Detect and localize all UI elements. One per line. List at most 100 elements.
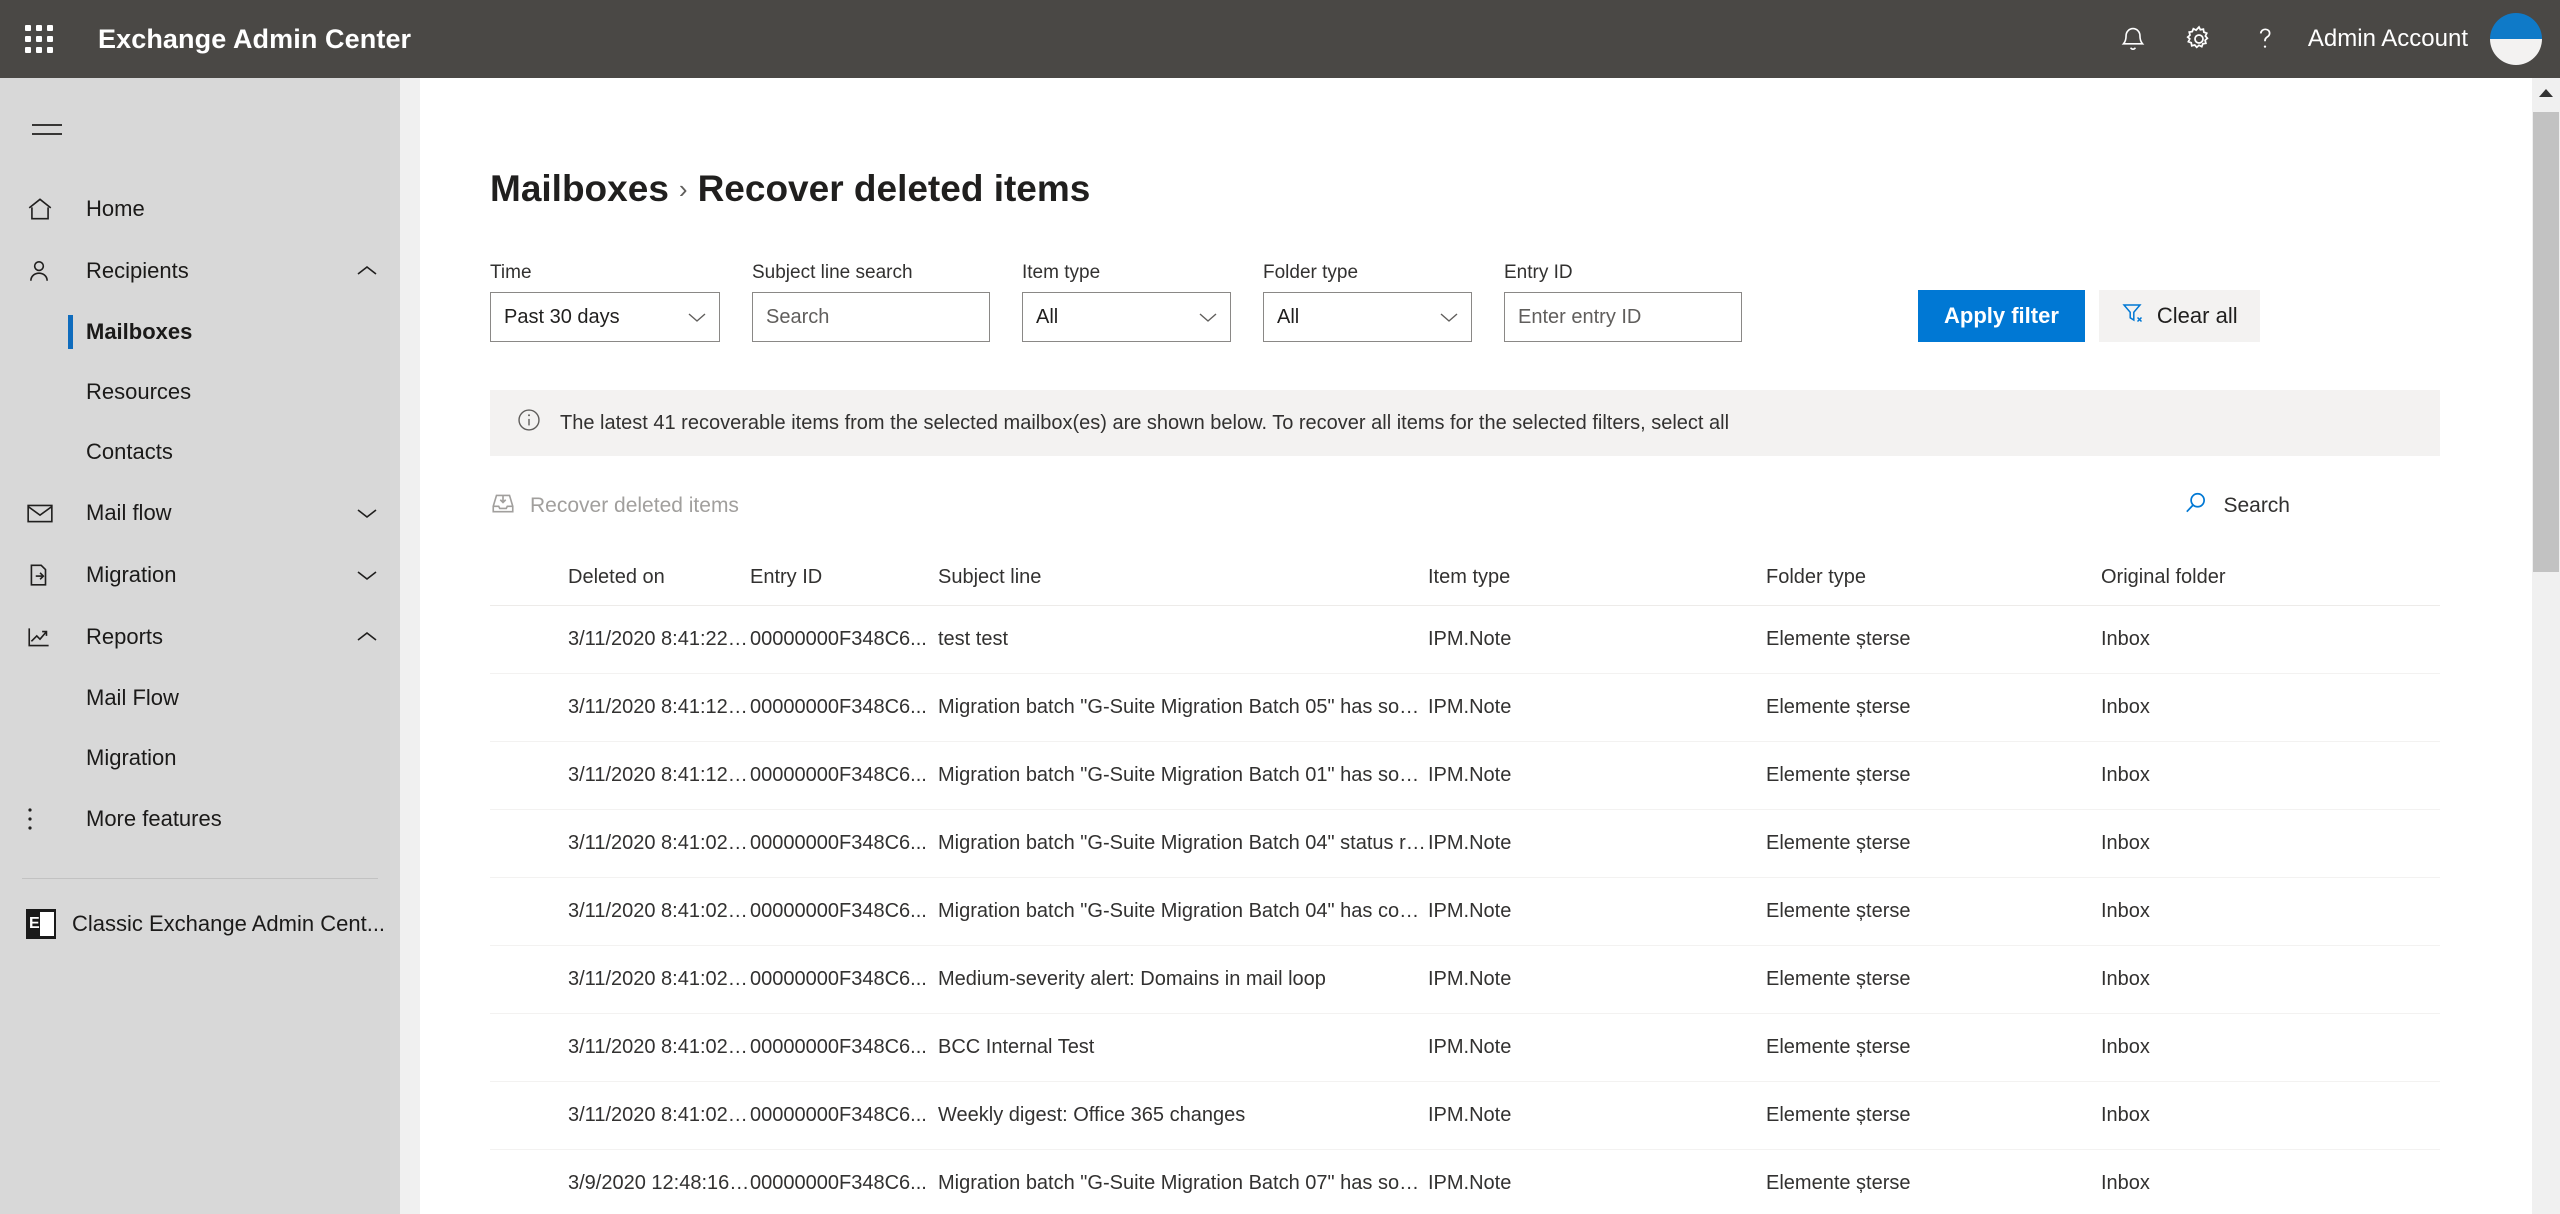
clear-all-label: Clear all — [2156, 303, 2238, 328]
table-row[interactable]: 3/11/2020 8:41:02 AM 00000000F348C6... Mig… — [490, 809, 2440, 878]
table-row[interactable]: 3/9/2020 12:48:16 PM 00000000F348C6... Mig… — [490, 1149, 2440, 1214]
sidebar-item-reports-mail-flow[interactable]: Mail Flow — [0, 668, 400, 728]
sidebar-item-home[interactable]: Home — [0, 178, 400, 240]
waffle-grid-icon — [25, 25, 53, 53]
search-button[interactable]: Search — [2183, 490, 2290, 522]
sidebar-item-label: Reports — [86, 624, 164, 649]
column-header-item-type[interactable]: Item type — [1428, 554, 1766, 606]
folder-type-dropdown[interactable]: All — [1263, 292, 1472, 342]
table-row[interactable]: 3/11/2020 8:41:22 AM 00000000F348C6... tes… — [490, 605, 2440, 674]
cell-original-folder: Inbox — [2101, 1081, 2440, 1150]
sidebar-divider — [22, 878, 378, 879]
clear-all-button[interactable]: Clear all — [2098, 290, 2260, 342]
chevron-down-icon — [1199, 306, 1217, 329]
notification-bell-icon[interactable] — [2100, 0, 2166, 78]
info-banner-text: The latest 41 recoverable items from the… — [560, 411, 1730, 434]
chevron-down-icon[interactable] — [356, 506, 378, 520]
sidebar-item-reports[interactable]: Reports — [0, 606, 400, 668]
exchange-classic-icon: E X — [26, 909, 56, 939]
sidebar-item-resources[interactable]: Resources — [0, 362, 400, 422]
column-header-subject-line[interactable]: Subject line — [938, 554, 1428, 606]
chevron-up-icon[interactable] — [356, 264, 378, 278]
column-header-folder-type[interactable]: Folder type — [1766, 554, 2101, 606]
page-title: Recover deleted items — [697, 168, 1091, 209]
avatar[interactable] — [2490, 13, 2542, 65]
time-dropdown[interactable]: Past 30 days — [490, 292, 720, 342]
sidebar-subitem-label: Migration — [86, 745, 177, 770]
help-question-icon[interactable] — [2232, 0, 2298, 78]
sidebar-item-recipients[interactable]: Recipients — [0, 240, 400, 302]
cell-folder-type: Elemente șterse — [1766, 1149, 2101, 1214]
cell-original-folder: Inbox — [2101, 741, 2440, 810]
filter-field-entry-id: Entry ID Enter entry ID — [1504, 262, 1742, 342]
table-row[interactable]: 3/11/2020 8:41:12 AM 00000000F348C6... Mig… — [490, 673, 2440, 742]
sidebar-item-reports-migration[interactable]: Migration — [0, 728, 400, 788]
table-header-row: Deleted on Entry ID Subject line Item ty… — [490, 554, 2440, 606]
scroll-up-arrow-icon[interactable] — [2532, 78, 2560, 108]
cell-folder-type: Elemente șterse — [1766, 605, 2101, 674]
sidebar-gap — [400, 78, 420, 1214]
subject-search-input[interactable]: Search — [752, 292, 990, 342]
sidebar-subitem-label: Resources — [86, 379, 192, 404]
table-row[interactable]: 3/11/2020 8:41:12 AM 00000000F348C6... Mig… — [490, 741, 2440, 810]
column-header-deleted-on[interactable]: Deleted on — [490, 554, 750, 606]
chevron-up-icon[interactable] — [356, 630, 378, 644]
breadcrumb-parent[interactable]: Mailboxes — [490, 168, 669, 210]
apply-filter-button[interactable]: Apply filter — [1918, 290, 2085, 342]
items-table-wrapper: Deleted on Entry ID Subject line Item ty… — [490, 554, 2440, 1214]
migration-icon — [26, 562, 74, 588]
search-label: Search — [2223, 494, 2290, 517]
filter-field-item-type: Item type All — [1022, 262, 1231, 342]
cell-subject-line: Migration batch "G-Suite Migration Batch… — [938, 809, 1428, 878]
recover-deleted-items-button[interactable]: Recover deleted items — [490, 490, 739, 522]
cell-folder-type: Elemente șterse — [1766, 1081, 2101, 1150]
ellipsis-vertical-icon — [26, 806, 74, 832]
time-dropdown-value: Past 30 days — [504, 305, 620, 328]
cell-item-type: IPM.Note — [1428, 1013, 1766, 1082]
sidebar-item-more-features[interactable]: More features — [0, 788, 400, 850]
sidebar-item-label: Mail flow — [86, 500, 172, 525]
waffle-icon[interactable] — [0, 0, 78, 78]
cell-item-type: IPM.Note — [1428, 945, 1766, 1014]
cell-deleted-on: 3/11/2020 8:41:12 AM — [490, 673, 750, 742]
info-banner: The latest 41 recoverable items from the… — [490, 390, 2440, 456]
filter-field-folder-type: Folder type All — [1263, 262, 1472, 342]
cell-item-type: IPM.Note — [1428, 1149, 1766, 1214]
chevron-down-icon[interactable] — [356, 568, 378, 582]
sidebar-item-label: Classic Exchange Admin Cent... — [72, 911, 386, 936]
cell-folder-type: Elemente șterse — [1766, 673, 2101, 742]
settings-gear-icon[interactable] — [2166, 0, 2232, 78]
cell-subject-line: Medium-severity alert: Domains in mail l… — [938, 945, 1428, 1014]
sidebar-item-mail-flow[interactable]: Mail flow — [0, 482, 400, 544]
cell-item-type: IPM.Note — [1428, 741, 1766, 810]
sidebar-nav: Home Recipients Mailboxes Resources Cont… — [0, 178, 400, 957]
sidebar-item-mailboxes[interactable]: Mailboxes — [0, 302, 400, 362]
filter-label-item-type: Item type — [1022, 262, 1101, 283]
vertical-scrollbar[interactable] — [2532, 78, 2560, 1214]
table-row[interactable]: 3/11/2020 8:41:02 AM 00000000F348C6... Med… — [490, 945, 2440, 1014]
filter-field-subject: Subject line search Search — [752, 262, 990, 342]
cell-folder-type: Elemente șterse — [1766, 877, 2101, 946]
cell-entry-id: 00000000F348C6... — [750, 809, 938, 878]
column-header-original-folder[interactable]: Original folder — [2101, 554, 2440, 606]
table-row[interactable]: 3/11/2020 8:41:02 AM 00000000F348C6... BCC… — [490, 1013, 2440, 1082]
cell-folder-type: Elemente șterse — [1766, 809, 2101, 878]
scrollbar-thumb[interactable] — [2533, 112, 2559, 572]
sidebar-item-classic-eac[interactable]: E X Classic Exchange Admin Cent... — [0, 891, 400, 957]
column-header-entry-id[interactable]: Entry ID — [750, 554, 938, 606]
table-row[interactable]: 3/11/2020 8:41:02 AM 00000000F348C6... Wee… — [490, 1081, 2440, 1150]
entry-id-input[interactable]: Enter entry ID — [1504, 292, 1742, 342]
hamburger-menu-icon[interactable] — [14, 98, 80, 164]
filter-clear-icon — [2121, 301, 2145, 331]
cell-item-type: IPM.Note — [1428, 605, 1766, 674]
item-type-dropdown[interactable]: All — [1022, 292, 1231, 342]
command-bar: Recover deleted items Search — [490, 480, 2440, 532]
table-row[interactable]: 3/11/2020 8:41:02 AM 00000000F348C6... Mig… — [490, 877, 2440, 946]
cell-deleted-on: 3/11/2020 8:41:02 AM — [490, 1013, 750, 1082]
table-body: 3/11/2020 8:41:22 AM 00000000F348C6... tes… — [490, 605, 2440, 1214]
sidebar-item-contacts[interactable]: Contacts — [0, 422, 400, 482]
sidebar-item-migration[interactable]: Migration — [0, 544, 400, 606]
filter-field-time: Time Past 30 days — [490, 262, 720, 342]
filter-label-time: Time — [490, 262, 532, 283]
cell-subject-line: Migration batch "G-Suite Migration Batch… — [938, 877, 1428, 946]
